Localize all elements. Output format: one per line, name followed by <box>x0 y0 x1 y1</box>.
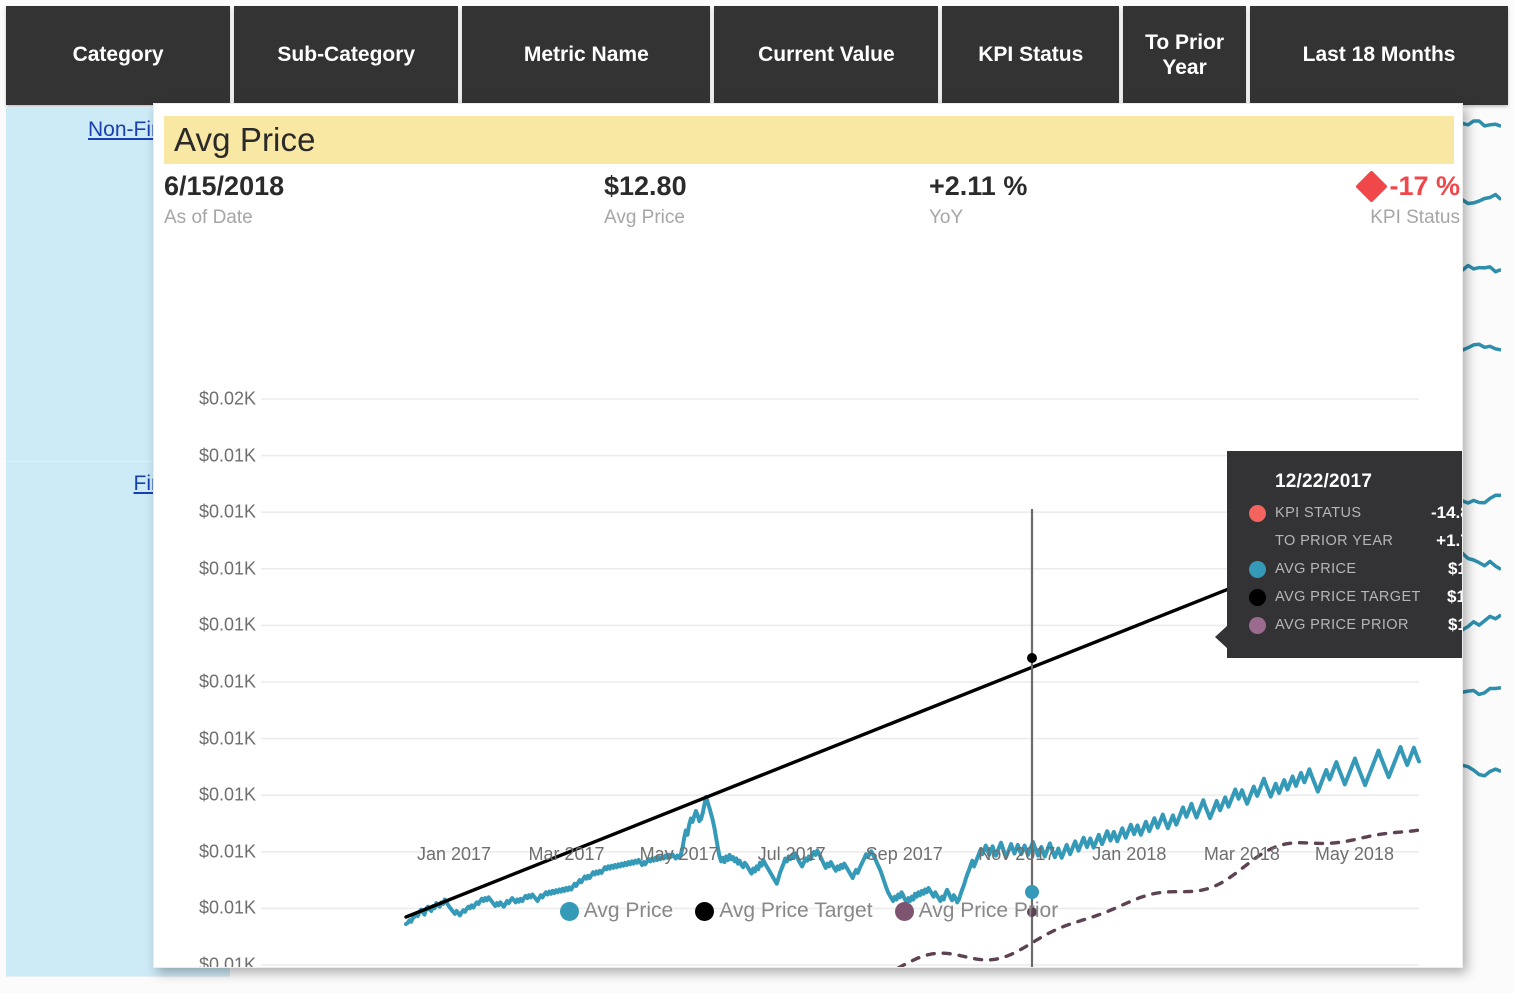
crosshair-marker-avg-price-target <box>1027 653 1037 663</box>
tooltip-rows: KPI STATUS -14.83 % TO PRIOR YEAR +1.75 % AV… <box>1249 499 1462 639</box>
column-header-current-value[interactable]: Current Value <box>714 6 939 105</box>
column-header-label: Current Value <box>758 43 895 67</box>
kpi-as-of-date: 6/15/2018 As of Date <box>164 171 285 229</box>
kpi-label: YoY <box>929 206 964 228</box>
tooltip-row-kpi-status: KPI STATUS -14.83 % <box>1249 499 1462 527</box>
x-axis-tick-label: Jan 2018 <box>1092 844 1167 864</box>
y-axis-tick-label: $0.01K <box>198 728 256 749</box>
kpi-value: $12.80 <box>604 171 687 201</box>
legend-item-avg-price-target[interactable]: Avg Price Target <box>695 899 873 923</box>
column-header-to-prior-year[interactable]: To Prior Year <box>1123 6 1247 105</box>
x-axis-tick-label: Sep 2017 <box>865 844 943 864</box>
legend-label: Avg Price Prior <box>918 899 1059 922</box>
kpi-summary-strip: 6/15/2018 As of Date $12.80 Avg Price +2.11 … <box>164 170 1460 247</box>
y-axis-tick-label: $0.01K <box>198 671 256 692</box>
kpi-value: 6/15/2018 <box>164 171 285 201</box>
chart-tooltip: 12/22/2017 KPI STATUS -14.83 % TO PRIOR YE… <box>1215 451 1462 658</box>
tooltip-color-dot <box>1249 504 1266 522</box>
x-axis-tick-label: May 2017 <box>639 844 719 864</box>
x-axis-tick-label: Nov 2017 <box>978 844 1056 864</box>
x-axis-tick-label: May 2018 <box>1314 844 1394 864</box>
tooltip-row-label: AVG PRICE PRIOR <box>1275 617 1409 633</box>
tooltip-row-to-prior-year: TO PRIOR YEAR +1.75 % <box>1249 527 1462 555</box>
y-axis-tick-label: $0.01K <box>198 784 256 805</box>
crosshair-marker-avg-price <box>1025 885 1039 899</box>
column-header-metric-name[interactable]: Metric Name <box>462 6 711 105</box>
tooltip-row-value: +1.75 % <box>1436 531 1462 550</box>
kpi-label: KPI Status <box>1370 206 1460 228</box>
column-header-label: Last 18 Months <box>1302 43 1456 67</box>
tooltip-arrow <box>1215 625 1228 649</box>
column-header-label: To Prior Year <box>1145 31 1225 79</box>
kpi-kpi-status: -17 % KPI Status <box>1355 170 1460 229</box>
card-title-band: Avg Price <box>164 116 1454 164</box>
tooltip-row-label: AVG PRICE TARGET <box>1275 589 1421 605</box>
column-header-label: KPI Status <box>978 43 1084 67</box>
tooltip-date: 12/22/2017 <box>1275 471 1373 492</box>
kpi-value: -17 % <box>1355 170 1460 204</box>
column-header-last-18-months[interactable]: Last 18 Months <box>1250 6 1508 105</box>
column-header-sub-category[interactable]: Sub-Category <box>234 6 459 105</box>
legend-item-avg-price-prior[interactable]: Avg Price Prior <box>894 899 1059 923</box>
column-header-category[interactable]: Category <box>6 6 231 105</box>
legend-color-dot <box>559 901 579 921</box>
kpi-label: Avg Price <box>604 206 685 228</box>
y-axis-tick-label: $0.01K <box>198 501 256 522</box>
column-header-label: Sub-Category <box>277 43 416 67</box>
kpi-avg-price: $12.80 Avg Price <box>604 171 687 229</box>
chart-legend: Avg Price Avg Price Target Avg Price Prior <box>154 899 1462 923</box>
y-axis-tick-label: $0.01K <box>198 445 256 466</box>
tooltip-row-avg-price: AVG PRICE $11.97 <box>1249 555 1462 583</box>
tooltip-row-value: $14.05 <box>1447 587 1462 606</box>
tooltip-color-dot <box>1249 616 1266 634</box>
legend-label: Avg Price Target <box>719 899 873 922</box>
tooltip-row-value: $11.76 <box>1447 615 1462 634</box>
y-axis-tick-label: $0.01K <box>198 954 256 968</box>
kpi-value-text: -17 % <box>1389 171 1460 201</box>
table-header-row: Category Sub-Category Metric Name Current V… <box>6 6 1508 105</box>
legend-color-dot <box>894 901 914 921</box>
status-diamond-icon <box>1355 170 1389 204</box>
kpi-value: +2.11 % <box>929 171 1028 201</box>
tooltip-row-label: AVG PRICE <box>1275 561 1357 577</box>
x-axis-tick-label: Mar 2018 <box>1203 844 1280 864</box>
tooltip-color-dot <box>1249 560 1266 578</box>
tooltip-color-dot <box>1249 588 1266 606</box>
x-axis-tick-label: Jul 2017 <box>757 844 826 864</box>
legend-label: Avg Price <box>583 899 674 922</box>
x-axis-tick-label: Mar 2017 <box>528 844 605 864</box>
y-axis-tick-label: $0.01K <box>198 614 256 635</box>
series-avg-price <box>404 745 1421 926</box>
tooltip-dot-spacer <box>1249 533 1266 550</box>
tooltip-row-label: TO PRIOR YEAR <box>1275 533 1394 549</box>
legend-color-dot <box>695 901 715 921</box>
metric-detail-card: Avg Price 6/15/2018 As of Date $12.80 Avg P… <box>153 103 1463 968</box>
column-header-label: Category <box>72 43 164 67</box>
kpi-label: As of Date <box>164 206 253 228</box>
x-axis-ticks: Jan 2017 Mar 2017 May 2017 Jul 2017 Sep 2017… <box>154 844 1462 874</box>
tooltip-row-avg-price-target: AVG PRICE TARGET $14.05 <box>1249 583 1462 611</box>
y-axis-tick-label: $0.01K <box>198 558 256 579</box>
x-axis-tick-label: Jan 2017 <box>416 844 492 864</box>
page-title: Avg Price <box>174 121 316 158</box>
tooltip-row-value: $11.97 <box>1447 559 1462 578</box>
tooltip-row-label: KPI STATUS <box>1275 505 1362 521</box>
legend-item-avg-price[interactable]: Avg Price <box>559 899 674 923</box>
column-header-kpi-status[interactable]: KPI Status <box>942 6 1120 105</box>
column-header-label: Metric Name <box>523 43 649 67</box>
kpi-yoy: +2.11 % YoY <box>929 171 1028 229</box>
tooltip-row-avg-price-prior: AVG PRICE PRIOR $11.76 <box>1249 611 1462 639</box>
y-axis-tick-label: $0.02K <box>198 388 256 409</box>
tooltip-row-value: -14.83 % <box>1430 503 1462 522</box>
